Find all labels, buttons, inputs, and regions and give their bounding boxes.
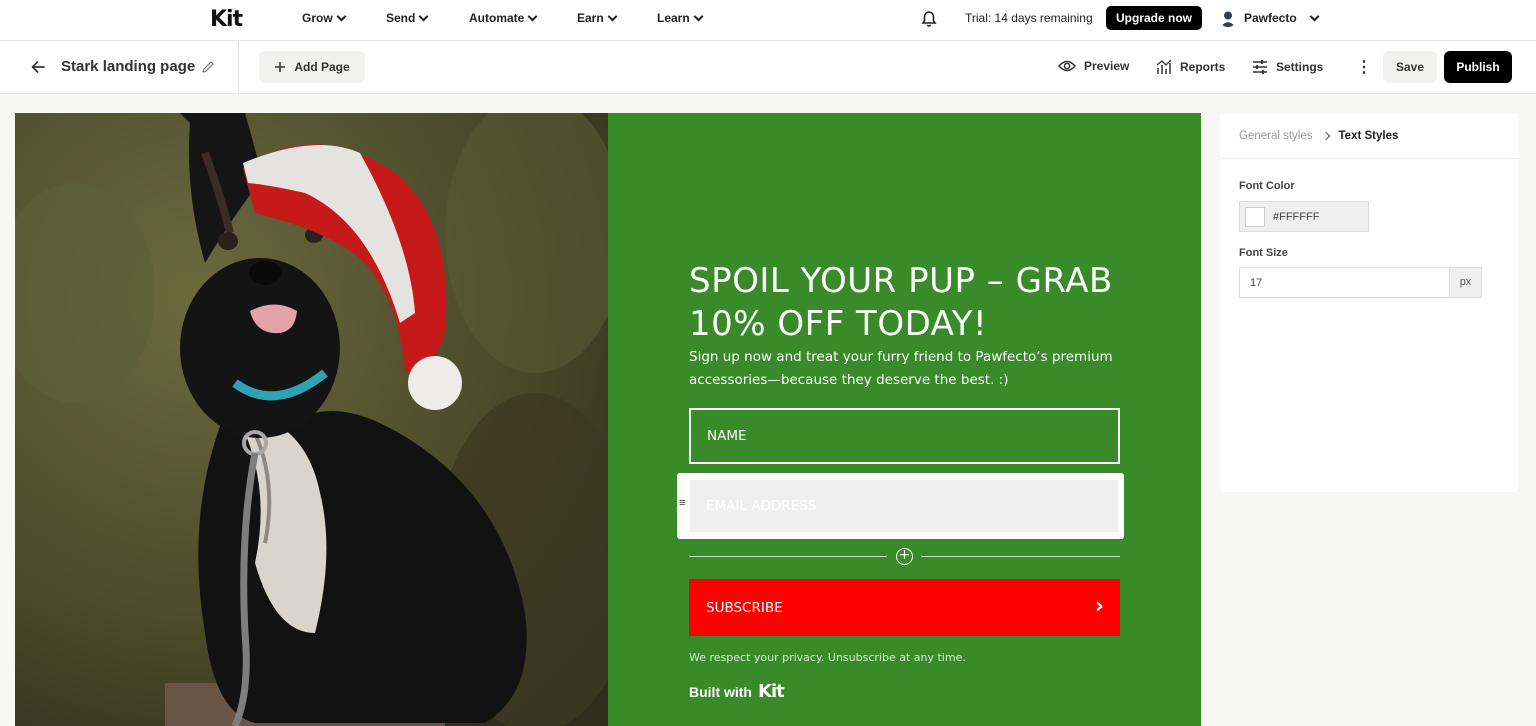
subscribe-label: SUBSCRIBE: [706, 599, 783, 616]
more-vertical-icon[interactable]: ⋮: [1356, 60, 1372, 76]
bar-chart-icon: [1156, 59, 1172, 74]
nav-send[interactable]: Send: [386, 11, 429, 25]
pencil-icon[interactable]: [201, 60, 215, 74]
email-field[interactable]: [690, 480, 1118, 532]
add-page-button[interactable]: Add Page: [259, 51, 365, 83]
breadcrumb-text-styles: Text Styles: [1338, 130, 1399, 142]
font-color-picker[interactable]: #FFFFFF: [1239, 201, 1369, 232]
chevron-right-icon: ›: [1094, 594, 1104, 619]
publish-button[interactable]: Publish: [1444, 51, 1512, 83]
nav-label: Automate: [469, 11, 525, 25]
preview-label: Preview: [1084, 59, 1130, 73]
dog-illustration: [15, 113, 608, 726]
add-page-label: Add Page: [294, 60, 350, 74]
page-title: Stark landing page: [61, 58, 196, 75]
nav-learn[interactable]: Learn: [657, 11, 704, 25]
chevron-down-icon: [336, 11, 347, 21]
nav-grow[interactable]: Grow: [302, 11, 347, 25]
nav-label: Send: [386, 11, 416, 25]
avatar[interactable]: [1219, 9, 1237, 27]
email-field-wrapper: [690, 480, 1118, 532]
nav-earn[interactable]: Earn: [577, 11, 618, 25]
plus-icon: [275, 62, 286, 72]
kit-logo[interactable]: Kit: [210, 7, 243, 32]
trial-status: Trial: 14 days remaining: [965, 11, 1093, 25]
chevron-down-icon: [1309, 11, 1320, 21]
font-color-value: #FFFFFF: [1273, 210, 1320, 223]
privacy-note: We respect your privacy. Unsubscribe at …: [689, 651, 966, 664]
editor-toolbar: Stark landing page Add Page Preview Repo…: [0, 41, 1536, 94]
top-navigation: Kit Grow Send Automate Earn Learn Trial:…: [0, 0, 1536, 41]
user-menu[interactable]: Pawfecto: [1244, 11, 1320, 25]
reports-button[interactable]: Reports: [1156, 59, 1225, 75]
chevron-down-icon: [418, 11, 429, 21]
font-size-field-wrapper: px: [1239, 267, 1482, 298]
nav-label: Earn: [577, 11, 604, 25]
nav-label: Grow: [302, 11, 333, 25]
chevron-down-icon: [607, 11, 618, 21]
dog-photo[interactable]: [15, 113, 608, 726]
settings-label: Settings: [1276, 60, 1324, 74]
upgrade-button[interactable]: Upgrade now: [1106, 6, 1202, 30]
sliders-icon: [1253, 60, 1267, 74]
font-size-input[interactable]: [1240, 268, 1449, 297]
panel-divider: [1220, 158, 1518, 159]
breadcrumb: General styles Text Styles: [1239, 130, 1398, 142]
divider-line: [689, 556, 887, 557]
subheadline[interactable]: Sign up now and treat your furry friend …: [689, 346, 1119, 392]
divider-line: [921, 556, 1120, 557]
kit-logo-small: Kit: [758, 681, 785, 702]
font-size-unit: px: [1449, 268, 1481, 297]
breadcrumb-general-styles[interactable]: General styles: [1239, 130, 1313, 142]
drag-handle-icon[interactable]: ≡: [679, 498, 685, 509]
chevron-down-icon: [693, 11, 704, 21]
nav-automate[interactable]: Automate: [469, 11, 538, 25]
add-circle-icon[interactable]: +: [896, 548, 913, 565]
reports-label: Reports: [1180, 60, 1226, 74]
back-arrow-icon[interactable]: [30, 59, 46, 75]
chevron-down-icon: [527, 11, 538, 21]
style-panel: General styles Text Styles Font Color #F…: [1220, 113, 1518, 492]
color-swatch[interactable]: [1245, 206, 1265, 227]
bell-icon[interactable]: [920, 10, 938, 28]
headline[interactable]: SPOIL YOUR PUP – GRAB 10% OFF TODAY!: [689, 260, 1129, 346]
nav-label: Learn: [657, 11, 690, 25]
font-size-label: Font Size: [1239, 247, 1288, 259]
font-color-label: Font Color: [1239, 180, 1295, 192]
name-field-wrapper: [689, 408, 1120, 464]
built-with-kit[interactable]: Built with Kit: [689, 681, 785, 702]
toolbar-divider: [238, 41, 239, 94]
user-name: Pawfecto: [1244, 11, 1297, 25]
preview-button[interactable]: Preview: [1058, 59, 1129, 73]
chevron-right-icon: [1321, 131, 1330, 141]
subscribe-button[interactable]: SUBSCRIBE ›: [689, 579, 1120, 636]
settings-button[interactable]: Settings: [1252, 59, 1323, 75]
eye-icon: [1058, 60, 1076, 72]
save-button[interactable]: Save: [1383, 51, 1437, 83]
built-with-label: Built with: [689, 683, 752, 700]
name-field[interactable]: [691, 410, 1118, 462]
